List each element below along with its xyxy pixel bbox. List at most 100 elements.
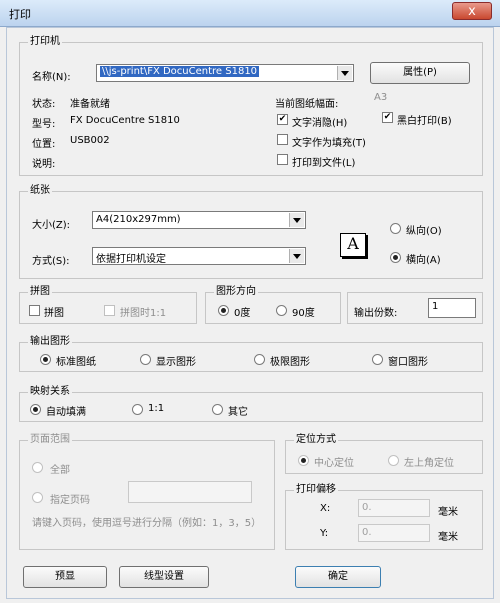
close-icon: x — [468, 4, 476, 19]
print-dialog: 打印机 名称(N): \\js-print\FX DocuCentre S181… — [6, 27, 494, 599]
status-value: 准备就绪 — [70, 99, 110, 110]
mapping-other-label: 其它 — [228, 407, 248, 418]
tile-group: 拼图 拼图 拼图时1:1 — [19, 286, 197, 324]
orientation-preview-icon: A — [340, 233, 366, 257]
model-value: FX DocuCentre S1810 — [70, 115, 180, 126]
copies-group: 输出份数: 1 — [347, 292, 483, 324]
page-range-group: 页面范围 全部 指定页码 请键入页码，使用逗号进行分隔（例如：1，3，5） — [19, 434, 275, 550]
close-button[interactable]: x — [452, 2, 492, 20]
portrait-radio[interactable] — [390, 223, 401, 234]
mapping-1-1-radio[interactable] — [132, 404, 143, 415]
text-antialias-label: 文字消隐(H) — [292, 118, 348, 129]
print-method-select[interactable]: 依据打印机设定 — [92, 247, 306, 265]
properties-button[interactable]: 属性(P) — [370, 62, 470, 84]
paper-size-select[interactable]: A4(210x297mm) — [92, 211, 306, 229]
copies-label: 输出份数: — [354, 308, 398, 319]
preview-button[interactable]: 预显 — [23, 566, 107, 588]
output-window-label: 窗口图形 — [388, 357, 428, 368]
location-value: USB002 — [70, 135, 110, 146]
chevron-down-icon[interactable] — [337, 66, 352, 80]
rotation-0-radio[interactable] — [218, 305, 229, 316]
position-top-left-radio[interactable] — [388, 455, 399, 466]
print-method-value: 依据打印机设定 — [96, 254, 166, 265]
offset-y-unit: 毫米 — [438, 532, 458, 543]
offset-x-label: X: — [320, 503, 331, 514]
current-size-value: A3 — [374, 92, 388, 103]
offset-legend: 打印偏移 — [294, 484, 338, 496]
landscape-label: 横向(A) — [406, 255, 441, 266]
text-as-fill-label: 文字作为填充(T) — [292, 138, 366, 149]
window-title: 打印 — [9, 8, 31, 21]
paper-size-value: A4(210x297mm) — [96, 214, 181, 225]
tile-checkbox[interactable] — [29, 305, 40, 316]
tile-label: 拼图 — [44, 308, 64, 319]
printer-name-value: \\js-print\FX DocuCentre S1810 — [100, 66, 260, 77]
ok-button[interactable]: 确定 — [295, 566, 381, 588]
tile-legend: 拼图 — [28, 286, 52, 298]
title-bar — [0, 0, 500, 27]
page-all-label: 全部 — [50, 465, 70, 476]
position-legend: 定位方式 — [294, 434, 338, 446]
output-standard-radio[interactable] — [40, 354, 51, 365]
page-all-radio[interactable] — [32, 462, 43, 473]
portrait-label: 纵向(O) — [406, 226, 442, 237]
landscape-radio[interactable] — [390, 252, 401, 263]
mapping-auto-radio[interactable] — [30, 404, 41, 415]
offset-x-unit: 毫米 — [438, 507, 458, 518]
offset-y-input[interactable]: 0. — [358, 524, 430, 542]
print-to-file-label: 打印到文件(L) — [292, 158, 356, 169]
position-group: 定位方式 中心定位 左上角定位 — [285, 434, 483, 474]
page-range-hint: 请键入页码，使用逗号进行分隔（例如：1，3，5） — [32, 518, 262, 529]
position-center-label: 中心定位 — [314, 458, 354, 469]
chevron-down-icon[interactable] — [289, 249, 304, 263]
mapping-auto-label: 自动填满 — [46, 407, 86, 418]
output-limits-label: 极限图形 — [270, 357, 310, 368]
page-range-legend: 页面范围 — [28, 434, 72, 446]
tile-1-1-label: 拼图时1:1 — [120, 308, 167, 319]
current-size-label: 当前图纸幅面: — [275, 99, 339, 110]
printer-legend: 打印机 — [28, 36, 62, 48]
mapping-legend: 映射关系 — [28, 386, 72, 398]
mapping-1-1-label: 1:1 — [148, 403, 165, 414]
line-settings-button[interactable]: 线型设置 — [119, 566, 209, 588]
output-display-radio[interactable] — [140, 354, 151, 365]
rotation-legend: 图形方向 — [214, 286, 258, 298]
rotation-90-radio[interactable] — [276, 305, 287, 316]
black-white-label: 黑白打印(B) — [397, 116, 452, 127]
output-group: 输出图形 标准图纸 显示图形 极限图形 窗口图形 — [19, 336, 483, 372]
page-specify-radio[interactable] — [32, 492, 43, 503]
rotation-0-label: 0度 — [234, 308, 251, 319]
chevron-down-icon[interactable] — [289, 213, 304, 227]
page-specify-label: 指定页码 — [50, 495, 90, 506]
printer-group: 打印机 名称(N): \\js-print\FX DocuCentre S181… — [19, 36, 483, 176]
offset-x-input[interactable]: 0. — [358, 499, 430, 517]
paper-size-label: 大小(Z): — [32, 220, 71, 231]
mapping-other-radio[interactable] — [212, 404, 223, 415]
position-top-left-label: 左上角定位 — [404, 458, 454, 469]
comment-label: 说明: — [32, 159, 56, 170]
output-limits-radio[interactable] — [254, 354, 265, 365]
model-label: 型号: — [32, 119, 56, 130]
copies-input[interactable]: 1 — [428, 298, 476, 318]
black-white-checkbox[interactable]: ✔ — [382, 112, 393, 123]
position-center-radio[interactable] — [298, 455, 309, 466]
text-as-fill-checkbox[interactable] — [277, 134, 288, 145]
paper-legend: 纸张 — [28, 185, 52, 197]
output-display-label: 显示图形 — [156, 357, 196, 368]
tile-1-1-checkbox[interactable] — [104, 305, 115, 316]
output-standard-label: 标准图纸 — [56, 357, 96, 368]
output-legend: 输出图形 — [28, 336, 72, 348]
status-label: 状态: — [32, 99, 56, 110]
output-window-radio[interactable] — [372, 354, 383, 365]
page-range-input[interactable] — [128, 481, 252, 503]
text-antialias-checkbox[interactable]: ✔ — [277, 114, 288, 125]
print-method-label: 方式(S): — [32, 256, 70, 267]
paper-group: 纸张 大小(Z): A4(210x297mm) 方式(S): 依据打印机设定 A… — [19, 185, 483, 279]
rotation-group: 图形方向 0度 90度 — [205, 286, 341, 324]
offset-y-label: Y: — [320, 528, 329, 539]
rotation-90-label: 90度 — [292, 308, 315, 319]
print-to-file-checkbox[interactable] — [277, 154, 288, 165]
mapping-group: 映射关系 自动填满 1:1 其它 — [19, 386, 483, 422]
printer-name-select[interactable]: \\js-print\FX DocuCentre S1810 — [96, 64, 354, 82]
printer-name-label: 名称(N): — [32, 72, 71, 83]
